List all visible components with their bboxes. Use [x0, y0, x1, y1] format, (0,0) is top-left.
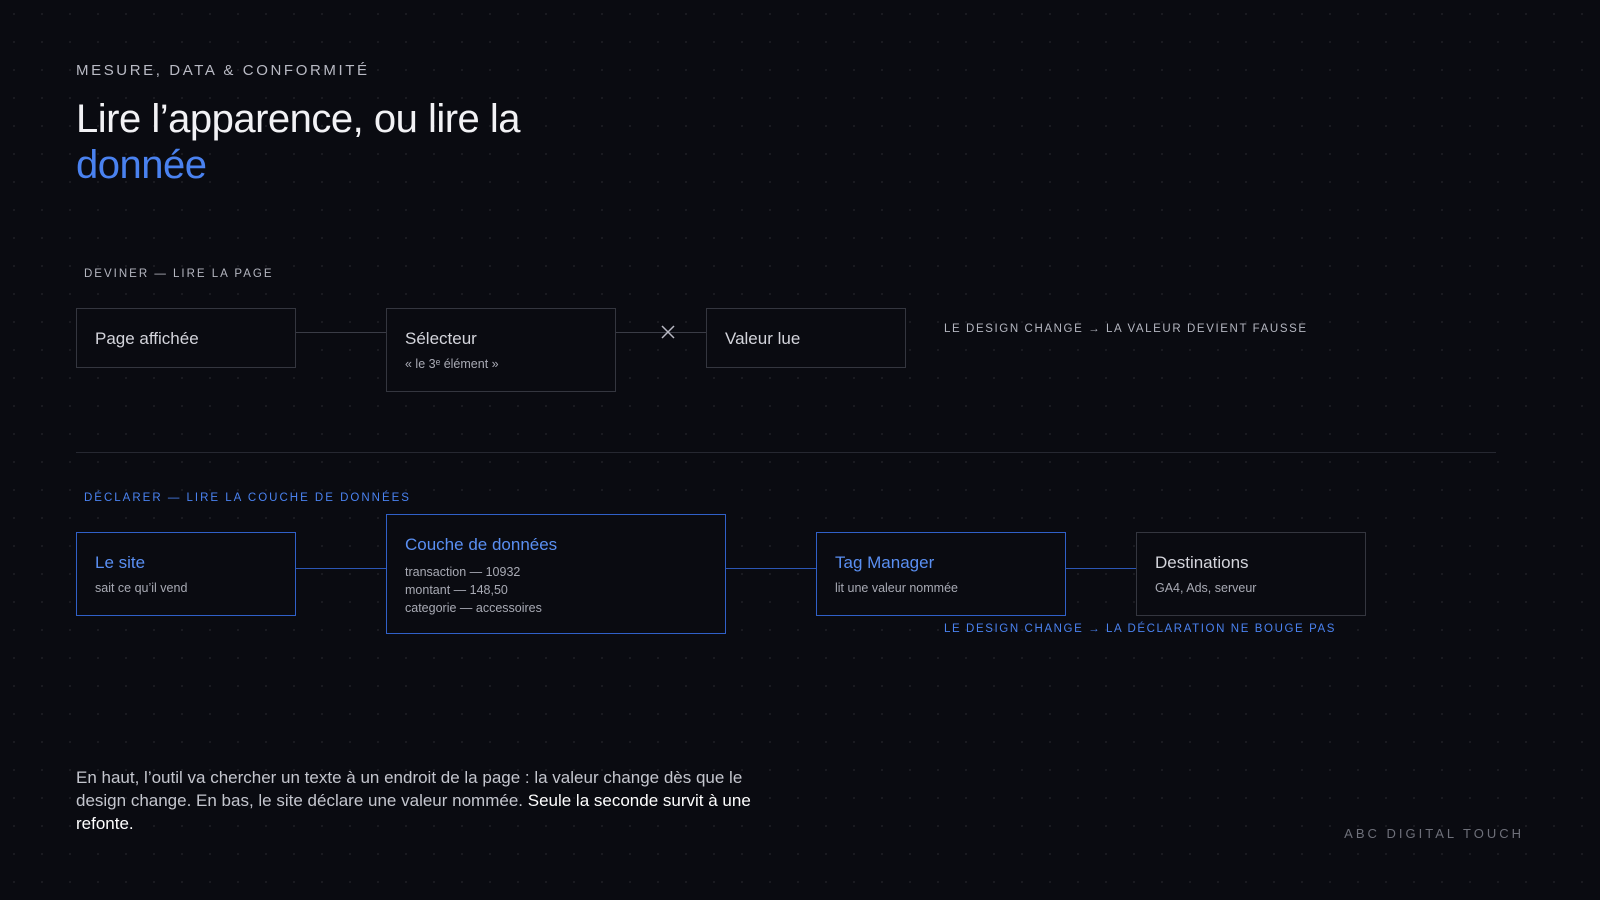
node-title: Le site: [95, 553, 146, 572]
data-layer-line: categorie — accessoires: [405, 601, 542, 615]
eyebrow: MESURE, DATA & CONFORMITÉ: [76, 62, 370, 79]
data-layer-values: transaction — 10932 montant — 148,50 cat…: [405, 563, 707, 617]
connector: [1066, 568, 1136, 569]
data-layer-line: transaction — 10932: [405, 565, 521, 579]
cross-icon: [661, 325, 675, 339]
declare-section-label: DÉCLARER — LIRE LA COUCHE DE DONNÉES: [84, 492, 411, 504]
node-valeur-lue: Valeur lue: [706, 308, 906, 368]
node-title: Destinations: [1155, 553, 1249, 572]
node-subtitle: « le 3ᵉ élément »: [405, 357, 499, 371]
title-accent: donnée: [76, 143, 207, 187]
page-title: Lire l’apparence, ou lire la donnée: [76, 96, 521, 188]
brand-mark: ABC DIGITAL TOUCH: [1344, 826, 1524, 841]
data-layer-line: montant — 148,50: [405, 583, 508, 597]
node-title: Page affichée: [95, 329, 199, 348]
node-subtitle: lit une valeur nommée: [835, 581, 958, 595]
guess-section-label: DEVINER — LIRE LA PAGE: [84, 268, 274, 280]
node-title: Tag Manager: [835, 553, 935, 572]
node-le-site: Le site sait ce qu’il vend: [76, 532, 296, 616]
node-page-affichee: Page affichée: [76, 308, 296, 368]
node-destinations: Destinations GA4, Ads, serveur: [1136, 532, 1366, 616]
connector: [296, 568, 386, 569]
title-line: Lire l’apparence, ou lire la: [76, 97, 521, 141]
node-couche-de-donnees: Couche de données transaction — 10932 mo…: [386, 514, 726, 634]
footer-caption: En haut, l’outil va chercher un texte à …: [76, 766, 796, 835]
node-title: Sélecteur: [405, 329, 477, 348]
node-title: Valeur lue: [725, 329, 801, 348]
node-selecteur: Sélecteur « le 3ᵉ élément »: [386, 308, 616, 392]
node-subtitle: GA4, Ads, serveur: [1155, 581, 1257, 595]
connector: [726, 568, 816, 569]
node-subtitle: sait ce qu’il vend: [95, 581, 188, 595]
node-tag-manager: Tag Manager lit une valeur nommée: [816, 532, 1066, 616]
guess-note: LE DESIGN CHANGE → LA VALEUR DEVIENT FAU…: [944, 323, 1308, 335]
declare-note: LE DESIGN CHANGE → LA DÉCLARATION NE BOU…: [944, 623, 1337, 635]
connector: [296, 332, 386, 333]
node-title: Couche de données: [405, 535, 558, 554]
section-divider: [76, 452, 1496, 453]
